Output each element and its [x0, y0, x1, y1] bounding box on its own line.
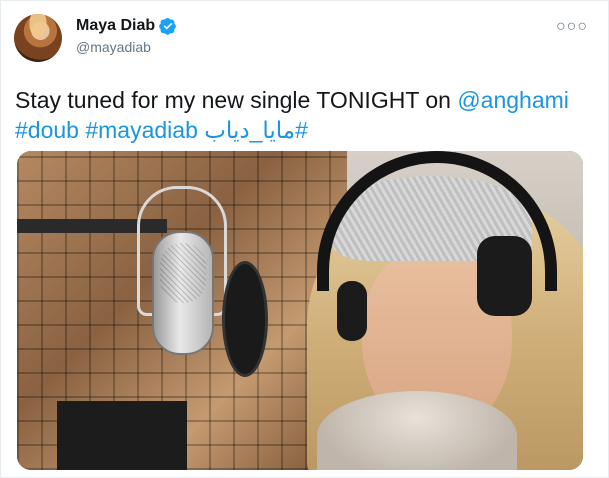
tweet-card: Maya Diab @mayadiab ○○○ Stay tuned for m…	[0, 0, 609, 478]
hashtag-link[interactable]: #mayadiab	[85, 117, 198, 143]
tweet-media[interactable]	[17, 151, 583, 470]
hashtag-link[interactable]: #doub	[15, 117, 79, 143]
author-handle[interactable]: @mayadiab	[76, 39, 151, 55]
headphone-cup	[337, 281, 367, 341]
avatar[interactable]	[14, 14, 62, 62]
tweet-text: Stay tuned for my new single TONIGHT on …	[15, 85, 595, 145]
display-name[interactable]: Maya Diab	[76, 17, 155, 35]
pop-filter	[222, 261, 268, 377]
mic-grille	[160, 243, 206, 303]
microphone	[152, 231, 214, 355]
hashtag-link[interactable]: #مايا_دياب	[204, 117, 308, 143]
author-name-row: Maya Diab	[76, 17, 177, 35]
avatar-image	[14, 14, 62, 62]
headphone-cup	[477, 236, 532, 316]
more-dots-icon[interactable]: ○○○	[556, 18, 588, 36]
verified-badge-icon	[159, 18, 177, 35]
tweet-body: Stay tuned for my new single TONIGHT on	[15, 87, 458, 113]
studio-speaker	[57, 401, 187, 470]
mention-link[interactable]: @anghami	[457, 87, 569, 113]
